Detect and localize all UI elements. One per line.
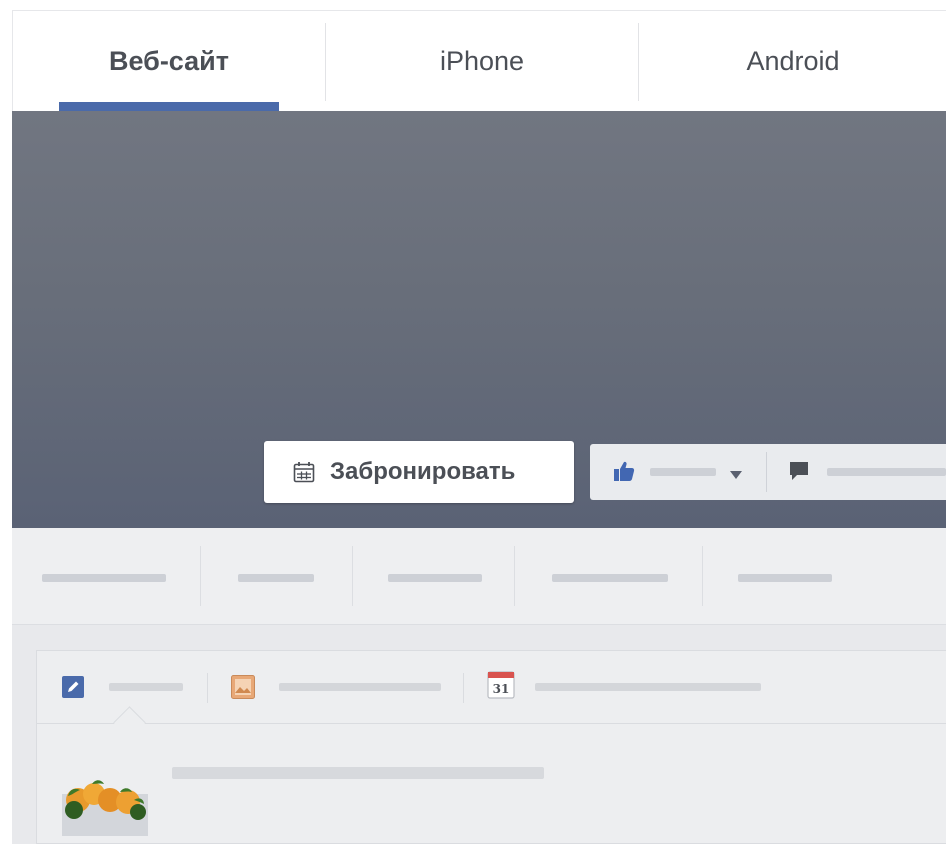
page-avatar: [60, 766, 150, 836]
composer-tab-status[interactable]: [37, 651, 205, 723]
nav-divider: [702, 546, 703, 606]
nav-divider: [514, 546, 515, 606]
nav-item-placeholder[interactable]: [12, 528, 198, 624]
composer-tab-divider: [207, 673, 208, 703]
tab-website[interactable]: Веб-сайт: [13, 11, 325, 111]
nav-label-placeholder: [552, 574, 668, 582]
book-now-label: Забронировать: [330, 458, 516, 485]
like-button[interactable]: [590, 444, 766, 500]
message-label-placeholder: [827, 468, 946, 476]
nav-label-placeholder: [42, 574, 166, 582]
composer-tab-label-placeholder: [109, 683, 183, 691]
composer-tab-photo[interactable]: [211, 651, 461, 723]
facebook-page-preview: Веб-сайт iPhone Android Забронировать 31: [0, 0, 946, 844]
nav-label-placeholder: [738, 574, 832, 582]
nav-item-placeholder[interactable]: [202, 528, 348, 624]
composer-tab-label-placeholder: [535, 683, 761, 691]
composer-tab-event[interactable]: 31: [467, 651, 797, 723]
page-nav-strip: [12, 528, 946, 625]
tab-iphone[interactable]: iPhone: [326, 11, 638, 111]
composer-tab-label-placeholder: [279, 683, 441, 691]
calendar-icon: 31: [487, 669, 515, 704]
speech-bubble-icon: [788, 460, 810, 487]
page-action-buttons: [590, 444, 946, 500]
nav-item-placeholder[interactable]: [704, 528, 874, 624]
nav-divider: [352, 546, 353, 606]
calendar-icon: [292, 460, 316, 484]
tab-android[interactable]: Android: [639, 11, 946, 111]
nav-divider: [200, 546, 201, 606]
message-button[interactable]: [767, 444, 946, 500]
post-input-placeholder[interactable]: [172, 767, 544, 779]
nav-label-placeholder: [388, 574, 482, 582]
book-now-button[interactable]: Забронировать: [264, 441, 574, 503]
photo-icon: [231, 675, 255, 704]
nav-item-placeholder[interactable]: [354, 528, 514, 624]
nav-label-placeholder: [238, 574, 314, 582]
like-label-placeholder: [650, 468, 716, 476]
platform-tab-bar: Веб-сайт iPhone Android: [12, 10, 946, 112]
composer-tab-divider: [463, 673, 464, 703]
thumbs-up-icon: [612, 459, 636, 488]
calendar-date-text: 31: [493, 682, 510, 696]
composer-tabs: 31: [37, 651, 946, 724]
caret-down-icon: [730, 467, 742, 485]
pencil-icon: [62, 676, 84, 703]
nav-item-placeholder[interactable]: [516, 528, 700, 624]
